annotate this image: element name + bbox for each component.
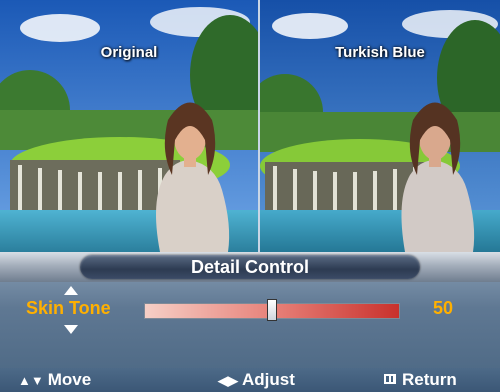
skin-tone-value: 50 bbox=[432, 298, 454, 318]
adjust-hint: ◀▶ Adjust bbox=[218, 370, 295, 390]
move-hint: ▲▼ Move bbox=[18, 370, 91, 390]
adjusted-image bbox=[260, 0, 500, 252]
skin-tone-slider[interactable] bbox=[144, 299, 400, 321]
preview-adjusted: Turkish Blue bbox=[260, 0, 500, 252]
move-hint-label: Move bbox=[47, 370, 92, 389]
original-label: Original bbox=[100, 44, 158, 61]
adjusted-label: Turkish Blue bbox=[335, 44, 425, 61]
key-hints-bar: ▲▼ Move ◀▶ Adjust Return bbox=[0, 368, 500, 392]
osd-title-bar: Detail Control bbox=[0, 252, 500, 282]
preview-original: Original bbox=[0, 0, 258, 252]
slider-handle[interactable] bbox=[267, 299, 277, 321]
osd-title: Detail Control bbox=[190, 257, 309, 277]
adjust-hint-label: Adjust bbox=[242, 370, 295, 389]
osd-panel: Detail Control Skin Tone 50 ▲▼ Move ◀▶ Adj… bbox=[0, 252, 500, 392]
menu-icon bbox=[384, 374, 396, 384]
return-hint-label: Return bbox=[402, 370, 457, 389]
picture-preview: Original Turkish Blue bbox=[0, 0, 500, 252]
return-hint[interactable]: Return bbox=[384, 370, 457, 390]
original-image bbox=[0, 0, 258, 252]
down-arrow-icon[interactable] bbox=[64, 325, 78, 334]
left-right-arrows-icon: ◀▶ bbox=[218, 373, 238, 388]
up-down-arrows-icon: ▲▼ bbox=[18, 373, 44, 388]
skin-tone-row[interactable]: Skin Tone 50 bbox=[0, 284, 500, 358]
tv-screen: Original Turkish Blue Detail Control Ski… bbox=[0, 0, 500, 392]
skin-tone-label: Skin Tone bbox=[26, 298, 111, 318]
up-arrow-icon[interactable] bbox=[64, 286, 78, 295]
